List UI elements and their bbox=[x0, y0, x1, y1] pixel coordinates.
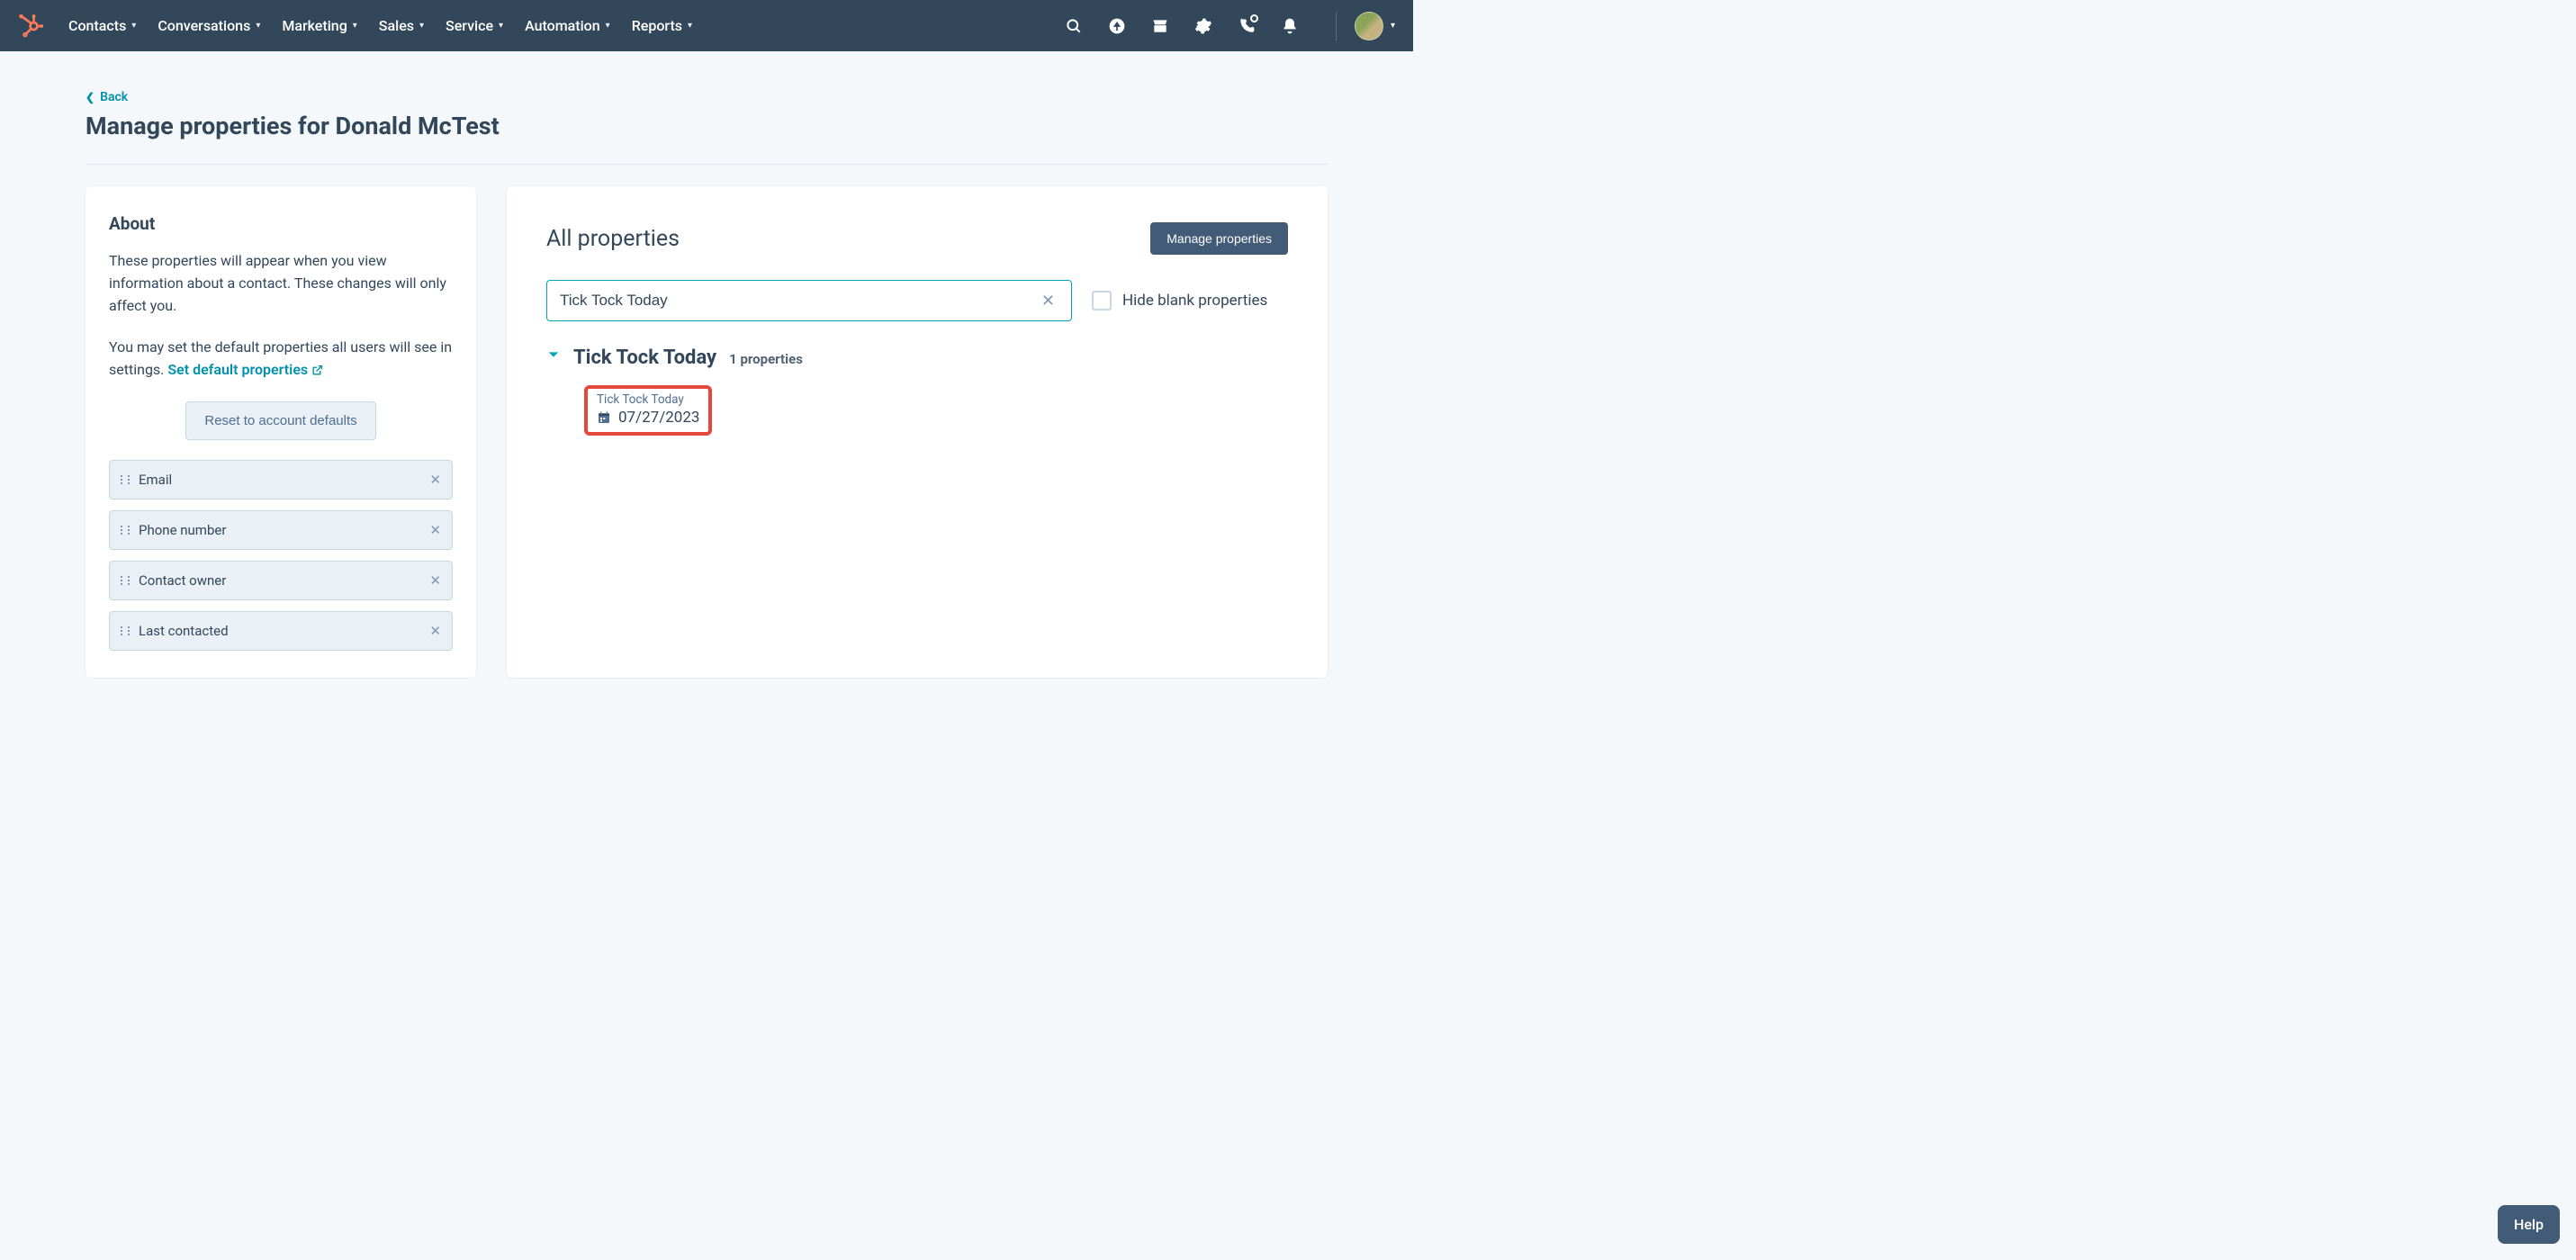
property-chip-email[interactable]: Email ✕ bbox=[109, 460, 453, 500]
drag-handle-icon[interactable] bbox=[121, 475, 130, 484]
page-title: Manage properties for Donald McTest bbox=[86, 112, 1328, 140]
property-label: Last contacted bbox=[139, 623, 429, 639]
nav-label: Service bbox=[446, 17, 493, 34]
property-chip-owner[interactable]: Contact owner ✕ bbox=[109, 561, 453, 600]
drag-handle-icon[interactable] bbox=[121, 576, 130, 585]
property-group-header[interactable]: Tick Tock Today 1 properties bbox=[546, 346, 1288, 369]
settings-gear-icon[interactable] bbox=[1193, 16, 1213, 36]
nav-utility-icons: ▾ bbox=[1064, 12, 1395, 40]
chevron-down-icon: ▾ bbox=[1391, 21, 1395, 31]
manage-properties-button[interactable]: Manage properties bbox=[1150, 222, 1288, 255]
nav-marketing[interactable]: Marketing ▾ bbox=[282, 17, 356, 34]
drag-handle-icon[interactable] bbox=[121, 526, 130, 535]
back-link[interactable]: ❮ Back bbox=[86, 90, 128, 104]
property-label: Email bbox=[139, 472, 429, 488]
nav-contacts[interactable]: Contacts ▾ bbox=[68, 17, 136, 34]
highlighted-property-card[interactable]: Tick Tock Today 07/27/2023 bbox=[584, 385, 712, 436]
nav-label: Marketing bbox=[282, 17, 347, 34]
property-name: Tick Tock Today bbox=[597, 392, 699, 407]
group-title: Tick Tock Today bbox=[573, 346, 716, 369]
upgrade-icon[interactable] bbox=[1107, 16, 1127, 36]
remove-property-icon[interactable]: ✕ bbox=[429, 572, 441, 589]
group-count: 1 properties bbox=[729, 351, 803, 367]
external-link-icon bbox=[311, 364, 323, 376]
chevron-down-icon: ▾ bbox=[499, 21, 503, 31]
hide-blank-checkbox[interactable]: Hide blank properties bbox=[1092, 291, 1267, 310]
nav-automation[interactable]: Automation ▾ bbox=[525, 17, 610, 34]
hubspot-logo[interactable] bbox=[18, 14, 43, 39]
property-label: Phone number bbox=[139, 522, 429, 538]
chevron-left-icon: ❮ bbox=[86, 91, 95, 104]
reset-defaults-button[interactable]: Reset to account defaults bbox=[185, 401, 375, 440]
about-card: About These properties will appear when … bbox=[86, 186, 476, 678]
notification-bell-icon[interactable] bbox=[1280, 16, 1300, 36]
user-avatar bbox=[1355, 12, 1383, 40]
help-button[interactable]: Help bbox=[2498, 1205, 2560, 1244]
all-properties-heading: All properties bbox=[546, 226, 680, 252]
nav-conversations[interactable]: Conversations ▾ bbox=[158, 17, 260, 34]
calling-icon[interactable] bbox=[1237, 16, 1256, 36]
about-description-1: These properties will appear when you vi… bbox=[109, 250, 453, 317]
about-description-2: You may set the default properties all u… bbox=[109, 337, 453, 382]
marketplace-icon[interactable] bbox=[1150, 16, 1170, 36]
chevron-down-icon: ▾ bbox=[353, 21, 357, 31]
sprocket-icon bbox=[18, 14, 43, 39]
chevron-down-icon: ▾ bbox=[606, 21, 610, 31]
property-search-box[interactable]: ✕ bbox=[546, 280, 1072, 321]
all-properties-card: All properties Manage properties ✕ Hide … bbox=[507, 186, 1328, 678]
about-heading: About bbox=[109, 213, 453, 234]
back-label: Back bbox=[100, 90, 128, 104]
nav-label: Conversations bbox=[158, 17, 250, 34]
remove-property-icon[interactable]: ✕ bbox=[429, 472, 441, 488]
search-icon[interactable] bbox=[1064, 16, 1084, 36]
clear-search-icon[interactable]: ✕ bbox=[1038, 288, 1058, 314]
remove-property-icon[interactable]: ✕ bbox=[429, 522, 441, 538]
nav-sales[interactable]: Sales ▾ bbox=[379, 17, 424, 34]
checkbox-box bbox=[1092, 291, 1112, 310]
collapse-caret-icon[interactable] bbox=[546, 347, 561, 365]
nav-label: Contacts bbox=[68, 17, 126, 34]
checkbox-label: Hide blank properties bbox=[1122, 292, 1267, 310]
property-date-value: 07/27/2023 bbox=[618, 409, 699, 427]
nav-label: Sales bbox=[379, 17, 414, 34]
nav-service[interactable]: Service ▾ bbox=[446, 17, 503, 34]
nav-label: Reports bbox=[632, 17, 682, 34]
divider bbox=[86, 164, 1328, 165]
property-search-input[interactable] bbox=[560, 292, 1038, 310]
link-label: Set default properties bbox=[167, 359, 308, 382]
nav-reports[interactable]: Reports ▾ bbox=[632, 17, 692, 34]
top-navigation: Contacts ▾ Conversations ▾ Marketing ▾ Sale… bbox=[0, 0, 1413, 51]
nav-label: Automation bbox=[525, 17, 600, 34]
calendar-icon bbox=[597, 410, 611, 425]
account-menu[interactable]: ▾ bbox=[1336, 12, 1395, 40]
drag-handle-icon[interactable] bbox=[121, 626, 130, 635]
default-properties-list: Email ✕ Phone number ✕ Contact owner ✕ L… bbox=[109, 460, 453, 651]
chevron-down-icon: ▾ bbox=[256, 21, 260, 31]
nav-menu: Contacts ▾ Conversations ▾ Marketing ▾ Sale… bbox=[68, 17, 1064, 34]
property-value-row: 07/27/2023 bbox=[597, 409, 699, 427]
page-content: ❮ Back Manage properties for Donald McTe… bbox=[86, 51, 1328, 678]
property-chip-phone[interactable]: Phone number ✕ bbox=[109, 510, 453, 550]
chevron-down-icon: ▾ bbox=[419, 21, 424, 31]
chevron-down-icon: ▾ bbox=[131, 21, 136, 31]
remove-property-icon[interactable]: ✕ bbox=[429, 623, 441, 639]
property-label: Contact owner bbox=[139, 572, 429, 589]
property-chip-last-contacted[interactable]: Last contacted ✕ bbox=[109, 611, 453, 651]
set-default-properties-link[interactable]: Set default properties bbox=[167, 359, 323, 382]
chevron-down-icon: ▾ bbox=[688, 21, 692, 31]
